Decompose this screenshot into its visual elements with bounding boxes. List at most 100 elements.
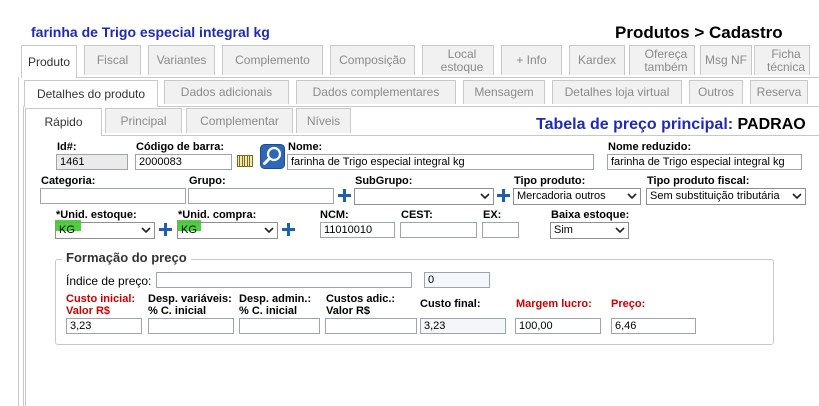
innertab-complementar[interactable]: Complementar (186, 108, 293, 133)
low-stock-value: Sim (554, 224, 573, 236)
var-exp-label: Desp. variáveis: % C. inicial (148, 293, 232, 317)
subtab-dados-complementares[interactable]: Dados complementares (296, 80, 456, 104)
chevron-down-icon (792, 193, 802, 200)
chevron-down-icon (480, 193, 490, 200)
barcode-field[interactable]: 2000083 (135, 154, 232, 170)
innertab-principal[interactable]: Principal (105, 108, 182, 133)
subtab-outros[interactable]: Outros (689, 80, 743, 104)
tab-ficha-tecnica[interactable]: Ficha técnica (754, 45, 810, 75)
price-table-title: Tabela de preço principal: PADRAO (536, 116, 806, 134)
add-cost-label-line1: Custos adic.: (326, 293, 396, 305)
add-purchase-unit-plus-icon[interactable] (282, 223, 295, 236)
final-cost-label: Custo final: (420, 298, 481, 310)
magnifier-icon[interactable] (260, 144, 285, 169)
id-field: 1461 (56, 154, 128, 170)
main-tabs-baseline (77, 77, 819, 78)
ncm-label: NCM: (320, 209, 349, 221)
var-exp-label-line1: Desp. variáveis: (148, 293, 232, 305)
inner-tabs-baseline (102, 135, 819, 136)
purchase-unit-select[interactable]: KG (177, 222, 278, 239)
inner-pane-border (25, 135, 26, 406)
chevron-down-icon (264, 227, 274, 234)
final-cost-field: 3,23 (420, 318, 506, 334)
margin-label: Margem lucro: (516, 298, 592, 310)
purchase-unit-value: KG (181, 224, 197, 236)
tab-complemento[interactable]: Complemento (222, 45, 323, 75)
margin-field[interactable]: 100,00 (515, 318, 601, 334)
subtab-dados-adicionais[interactable]: Dados adicionais (164, 80, 289, 104)
subgroup-select[interactable] (354, 188, 494, 205)
price-field[interactable]: 6,46 (611, 318, 696, 334)
group-field[interactable] (188, 188, 334, 204)
barcode-icon[interactable] (236, 153, 254, 169)
cest-field[interactable] (400, 222, 477, 238)
var-exp-field[interactable] (148, 318, 234, 334)
short-name-label: Nome reduzido: (608, 141, 692, 153)
short-name-field[interactable]: farinha de Trigo especial integral kg (607, 154, 802, 170)
low-stock-select[interactable]: Sim (550, 222, 629, 239)
subtab-detalhes-produto[interactable]: Detalhes do produto (24, 80, 158, 107)
initial-cost-label-line2: Valor R$ (66, 305, 111, 317)
product-name-title: farinha de Trigo especial integral kg (31, 24, 270, 40)
page-title: Produtos > Cadastro (615, 23, 783, 42)
subtab-detalhes-loja-virtual[interactable]: Detalhes loja virtual (552, 80, 682, 104)
id-label: Id#: (57, 141, 77, 153)
add-cost-label: Custos adic.: Valor R$ (326, 293, 395, 317)
subtab-reserva[interactable]: Reserva (750, 80, 808, 104)
sub-tabs-baseline (158, 106, 819, 107)
admin-exp-label-line1: Desp. admin.: (239, 293, 312, 305)
low-stock-label: Baixa estoque: (551, 209, 630, 221)
fiscal-type-select[interactable]: Sem substituição tributária (646, 188, 806, 205)
price-index-label: Índice de preço: (66, 274, 152, 288)
chevron-down-icon (627, 193, 637, 200)
innertab-niveis[interactable]: Níveis (296, 108, 351, 133)
outer-pane-border (18, 77, 19, 406)
stock-unit-select[interactable]: KG (55, 222, 155, 239)
price-index-field[interactable] (156, 272, 412, 288)
add-subgroup-plus-icon[interactable] (497, 189, 510, 202)
subgroup-label: SubGrupo: (355, 175, 413, 187)
tab-produto[interactable]: Produto (21, 45, 77, 78)
price-table-value: PADRAO (737, 116, 806, 133)
chevron-down-icon (141, 227, 151, 234)
add-stock-unit-plus-icon[interactable] (159, 223, 172, 236)
initial-cost-label: Custo inicial: Valor R$ (66, 293, 135, 317)
var-exp-label-line2: % C. inicial (148, 305, 207, 317)
group-label: Grupo: (189, 175, 226, 187)
name-field[interactable]: farinha de Trigo especial integral kg (287, 154, 594, 170)
add-cost-field[interactable] (325, 318, 417, 334)
fiscal-type-label: Tipo produto fiscal: (647, 175, 750, 187)
ex-field[interactable] (482, 222, 519, 238)
ncm-field[interactable]: 11010010 (320, 222, 395, 238)
tab-fiscal[interactable]: Fiscal (84, 45, 141, 75)
stock-unit-value: KG (59, 224, 75, 236)
tab-kardex[interactable]: Kardex (569, 45, 625, 75)
price-table-label: Tabela de preço principal: (536, 116, 734, 133)
add-cost-label-line2: Valor R$ (326, 305, 371, 317)
subtab-mensagem[interactable]: Mensagem (463, 80, 545, 104)
initial-cost-label-line1: Custo inicial: (66, 293, 136, 305)
admin-exp-label-line2: % C. inicial (239, 305, 298, 317)
price-index-number[interactable]: 0 (424, 272, 490, 288)
add-group-plus-icon[interactable] (338, 189, 351, 202)
ex-label: EX: (483, 209, 502, 221)
category-label: Categoria: (41, 175, 96, 187)
chevron-down-icon (615, 227, 625, 234)
category-field[interactable] (40, 188, 186, 204)
initial-cost-field[interactable]: 3,23 (66, 318, 142, 334)
tab-msg-nf[interactable]: Msg NF (700, 45, 752, 75)
tab-composicao[interactable]: Composição (330, 45, 415, 75)
tab-variantes[interactable]: Variantes (148, 45, 215, 75)
product-type-select[interactable]: Mercadoria outros (513, 188, 641, 205)
fiscal-type-value: Sem substituição tributária (650, 190, 780, 202)
barcode-label: Código de barra: (136, 141, 225, 153)
sub-pane-border (23, 106, 24, 406)
product-type-value: Mercadoria outros (517, 190, 606, 202)
tab-ofereca-tambem[interactable]: Ofereça também (629, 45, 695, 75)
tab-local-estoque[interactable]: Local estoque (422, 45, 494, 75)
tab-mais-info[interactable]: + Info (501, 45, 562, 75)
name-label: Nome: (288, 141, 323, 153)
pricing-section-title: Formação do preço (62, 250, 191, 265)
innertab-rapido[interactable]: Rápido (25, 108, 102, 136)
admin-exp-field[interactable] (239, 318, 320, 334)
